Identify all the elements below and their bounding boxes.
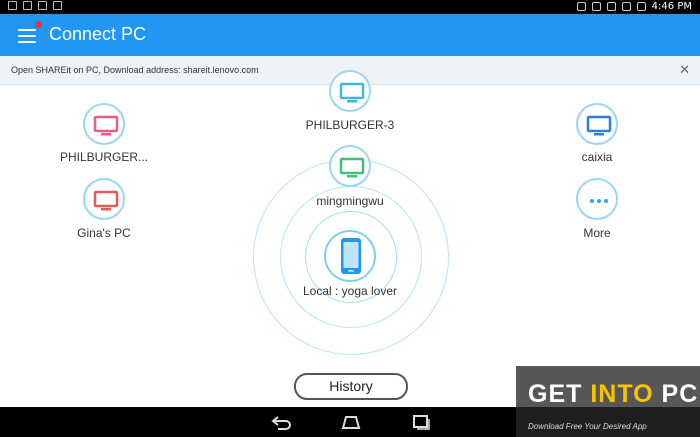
image-notification-icon	[38, 1, 47, 10]
status-bar: 4:46 PM	[0, 0, 700, 14]
status-time: 4:46 PM	[651, 1, 692, 12]
monitor-icon	[93, 115, 119, 136]
history-button[interactable]: History	[294, 373, 408, 400]
page-title: Connect PC	[49, 24, 147, 44]
monitor-icon	[586, 115, 612, 136]
battery-icon	[636, 2, 646, 11]
close-icon[interactable]: ✕	[679, 62, 690, 78]
device-label: mingmingwu	[316, 194, 384, 208]
monitor-icon	[339, 157, 365, 178]
recent-apps-icon[interactable]	[410, 413, 432, 431]
notification-dot	[35, 21, 42, 28]
device-philburger-button[interactable]	[83, 103, 125, 145]
gmail-notification-icon	[23, 1, 32, 10]
wifi-icon	[621, 2, 631, 11]
home-icon[interactable]	[340, 413, 362, 431]
back-icon[interactable]	[270, 413, 292, 431]
alarm-icon	[606, 2, 616, 11]
device-label: Gina's PC	[77, 226, 131, 240]
banner-text: Open SHAREit on PC, Download address: sh…	[11, 65, 259, 75]
local-device	[324, 230, 376, 282]
rotation-lock-icon	[591, 2, 601, 11]
download-notification-icon	[53, 1, 62, 10]
monitor-icon	[339, 82, 365, 103]
status-system-icons: 4:46 PM	[576, 1, 692, 12]
device-radar: PHILBURGER... Gina's PC PHILBURGER-3 min…	[0, 70, 700, 407]
app-bar: Connect PC	[0, 14, 700, 56]
device-label: PHILBURGER-3	[305, 118, 395, 132]
more-label: More	[583, 226, 611, 240]
phone-icon	[341, 238, 361, 274]
device-mingmingwu-button[interactable]	[329, 145, 371, 187]
more-devices-button[interactable]	[576, 178, 618, 220]
device-philburger-3-button[interactable]	[329, 70, 371, 112]
bluetooth-icon	[576, 2, 586, 11]
watermark-tagline: Download Free Your Desired App	[528, 422, 647, 431]
device-ginas-pc-button[interactable]	[83, 178, 125, 220]
device-label: PHILBURGER...	[59, 150, 149, 164]
watermark-logo: GET INTO PC	[528, 380, 699, 408]
watermark: GET INTO PC Download Free Your Desired A…	[516, 366, 700, 437]
device-caixia-button[interactable]	[576, 103, 618, 145]
mail-notification-icon	[8, 1, 17, 10]
status-notification-icons	[8, 1, 62, 10]
more-dots-icon	[590, 199, 608, 203]
device-label: caixia	[581, 150, 613, 164]
monitor-icon	[93, 190, 119, 211]
hamburger-menu-icon[interactable]	[16, 24, 38, 46]
local-device-label: Local : yoga lover	[302, 284, 398, 298]
